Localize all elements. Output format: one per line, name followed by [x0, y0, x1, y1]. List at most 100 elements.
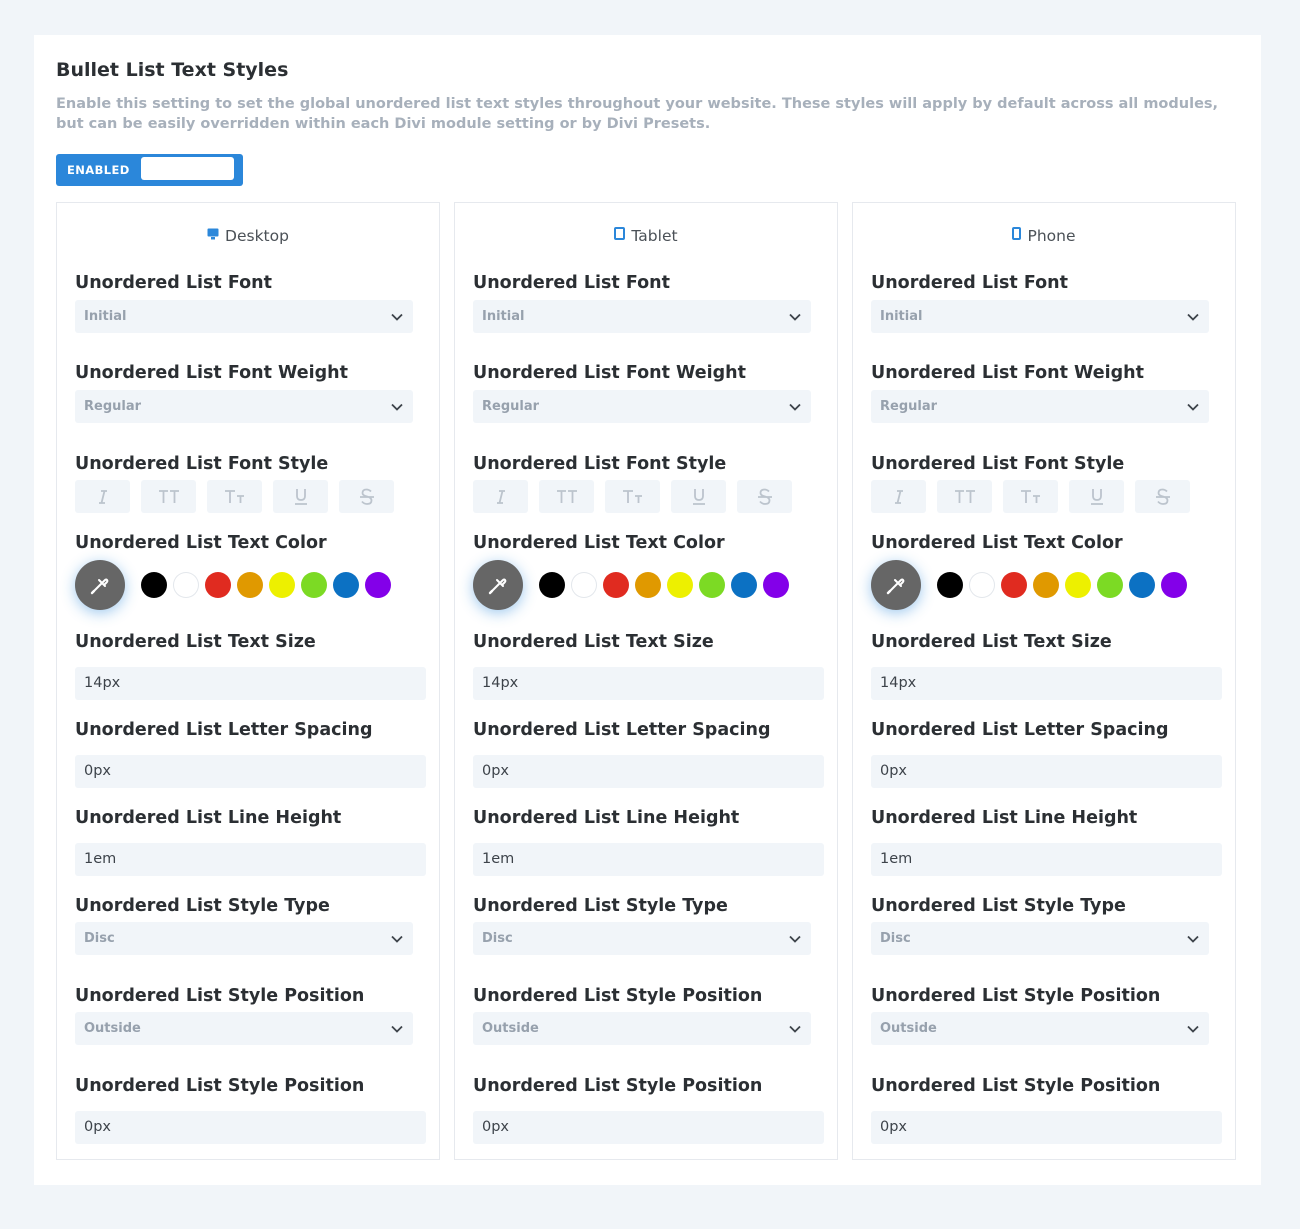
style-type-select[interactable]: Disc — [75, 922, 413, 955]
font-weight-select-value: Regular — [880, 399, 938, 414]
strikethrough-button[interactable] — [339, 480, 394, 513]
swatch-yellow[interactable] — [269, 572, 295, 598]
swatch-yellow[interactable] — [667, 572, 693, 598]
swatch-orange[interactable] — [237, 572, 263, 598]
style-type-select[interactable]: Disc — [871, 922, 1209, 955]
underline-button[interactable] — [273, 480, 328, 513]
style-type-select-value: Disc — [880, 931, 911, 946]
letter-spacing-input[interactable]: 0px — [871, 755, 1222, 788]
italic-button[interactable] — [871, 480, 926, 513]
color-picker-button[interactable] — [871, 560, 921, 610]
line-height-value: 1em — [482, 851, 515, 867]
style-position-select[interactable]: Outside — [871, 1012, 1209, 1045]
letter-spacing-input[interactable]: 0px — [75, 755, 426, 788]
device-header: Desktop — [57, 225, 439, 248]
text-color-label: Unordered List Text Color — [75, 533, 327, 553]
strikethrough-icon — [359, 488, 374, 505]
style-indent-label: Unordered List Style Position — [75, 1076, 365, 1096]
capitalize-button[interactable] — [605, 480, 660, 513]
text-size-value: 14px — [880, 675, 917, 691]
text-size-input[interactable]: 14px — [75, 667, 426, 700]
style-position-select[interactable]: Outside — [75, 1012, 413, 1045]
style-position-label: Unordered List Style Position — [871, 986, 1161, 1006]
swatch-purple[interactable] — [763, 572, 789, 598]
underline-button[interactable] — [1069, 480, 1124, 513]
underline-button[interactable] — [671, 480, 726, 513]
style-indent-value: 0px — [482, 1119, 510, 1135]
chevron-down-icon — [789, 935, 801, 943]
text-size-input[interactable]: 14px — [871, 667, 1222, 700]
swatch-red[interactable] — [205, 572, 231, 598]
font-select[interactable]: Initial — [871, 300, 1209, 333]
swatch-black[interactable] — [937, 572, 963, 598]
chevron-down-icon — [789, 403, 801, 411]
style-type-select-value: Disc — [84, 931, 115, 946]
text-color-label: Unordered List Text Color — [473, 533, 725, 553]
line-height-input[interactable]: 1em — [871, 843, 1222, 876]
enabled-toggle[interactable]: ENABLED — [56, 154, 243, 186]
font-select-value: Initial — [84, 309, 127, 324]
text-size-label: Unordered List Text Size — [871, 632, 1112, 652]
swatch-purple[interactable] — [1161, 572, 1187, 598]
style-indent-input[interactable]: 0px — [871, 1111, 1222, 1144]
swatch-white[interactable] — [571, 572, 597, 598]
font-weight-select[interactable]: Regular — [871, 390, 1209, 423]
underline-icon — [294, 489, 307, 505]
italic-button[interactable] — [75, 480, 130, 513]
uppercase-button[interactable] — [539, 480, 594, 513]
style-position-label: Unordered List Style Position — [473, 986, 763, 1006]
font-weight-label: Unordered List Font Weight — [75, 363, 348, 383]
swatch-yellow[interactable] — [1065, 572, 1091, 598]
capitalize-icon — [622, 490, 642, 503]
swatch-orange[interactable] — [635, 572, 661, 598]
uppercase-icon — [954, 490, 975, 503]
swatch-blue[interactable] — [1129, 572, 1155, 598]
style-indent-label: Unordered List Style Position — [871, 1076, 1161, 1096]
uppercase-button[interactable] — [937, 480, 992, 513]
text-size-input[interactable]: 14px — [473, 667, 824, 700]
color-picker-button[interactable] — [75, 560, 125, 610]
line-height-label: Unordered List Line Height — [473, 808, 740, 828]
swatch-blue[interactable] — [333, 572, 359, 598]
capitalize-button[interactable] — [1003, 480, 1058, 513]
letter-spacing-value: 0px — [84, 763, 112, 779]
swatch-white[interactable] — [173, 572, 199, 598]
style-type-label: Unordered List Style Type — [75, 896, 330, 916]
swatch-green[interactable] — [699, 572, 725, 598]
line-height-value: 1em — [880, 851, 913, 867]
strikethrough-button[interactable] — [737, 480, 792, 513]
line-height-input[interactable]: 1em — [75, 843, 426, 876]
style-position-select[interactable]: Outside — [473, 1012, 811, 1045]
style-type-select[interactable]: Disc — [473, 922, 811, 955]
chevron-down-icon — [1187, 403, 1199, 411]
uppercase-button[interactable] — [141, 480, 196, 513]
capitalize-button[interactable] — [207, 480, 262, 513]
letter-spacing-input[interactable]: 0px — [473, 755, 824, 788]
style-indent-input[interactable]: 0px — [75, 1111, 426, 1144]
swatch-purple[interactable] — [365, 572, 391, 598]
strikethrough-button[interactable] — [1135, 480, 1190, 513]
font-weight-select[interactable]: Regular — [75, 390, 413, 423]
device-label: Phone — [1027, 227, 1076, 245]
font-weight-select[interactable]: Regular — [473, 390, 811, 423]
swatch-red[interactable] — [1001, 572, 1027, 598]
style-position-select-value: Outside — [880, 1021, 937, 1036]
line-height-input[interactable]: 1em — [473, 843, 824, 876]
device-column-desktop: Desktop Unordered List Font Initial Unor… — [56, 202, 440, 1160]
swatch-black[interactable] — [141, 572, 167, 598]
swatch-black[interactable] — [539, 572, 565, 598]
swatch-red[interactable] — [603, 572, 629, 598]
swatch-orange[interactable] — [1033, 572, 1059, 598]
swatch-green[interactable] — [1097, 572, 1123, 598]
swatch-green[interactable] — [301, 572, 327, 598]
toggle-label: ENABLED — [67, 163, 130, 177]
font-select[interactable]: Initial — [75, 300, 413, 333]
color-picker-button[interactable] — [473, 560, 523, 610]
style-indent-input[interactable]: 0px — [473, 1111, 824, 1144]
letter-spacing-label: Unordered List Letter Spacing — [871, 720, 1169, 740]
font-select[interactable]: Initial — [473, 300, 811, 333]
swatch-blue[interactable] — [731, 572, 757, 598]
italic-button[interactable] — [473, 480, 528, 513]
swatch-white[interactable] — [969, 572, 995, 598]
uppercase-icon — [556, 490, 577, 503]
